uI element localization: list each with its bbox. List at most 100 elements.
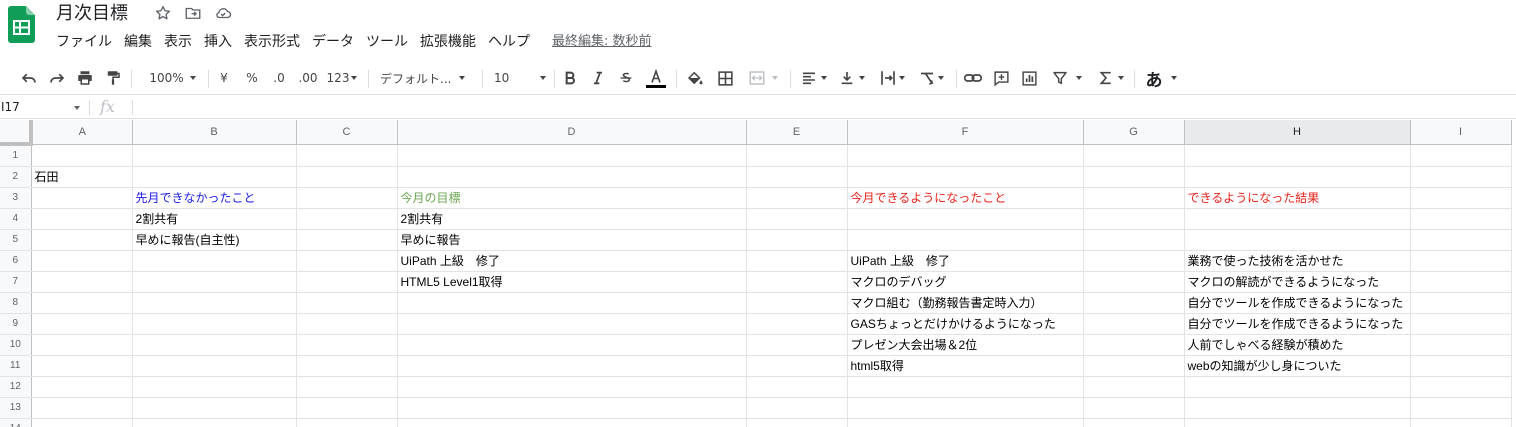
bold-icon[interactable] [560, 61, 580, 95]
cell-g5[interactable] [1083, 229, 1185, 251]
cell-a10[interactable] [31, 334, 133, 356]
row-header[interactable]: 9 [0, 313, 32, 335]
cell-b9[interactable] [132, 313, 297, 335]
cell-a1[interactable] [31, 144, 133, 167]
cell-h9[interactable]: 自分でツールを作成できるようになった [1184, 313, 1411, 335]
row-header[interactable]: 13 [0, 397, 32, 419]
cell-g9[interactable] [1083, 313, 1185, 335]
cell-a6[interactable] [31, 250, 133, 272]
cell-c9[interactable] [296, 313, 398, 335]
cell-i3[interactable] [1410, 187, 1512, 209]
more-formats-select[interactable]: 123 [325, 61, 359, 95]
cell-a14[interactable] [31, 418, 133, 427]
cell-d2[interactable] [397, 166, 747, 188]
cell-a13[interactable] [31, 397, 133, 419]
cell-g3[interactable] [1083, 187, 1185, 209]
cell-c1[interactable] [296, 144, 398, 167]
cell-e1[interactable] [746, 144, 848, 167]
cell-e6[interactable] [746, 250, 848, 272]
cell-f12[interactable] [847, 376, 1084, 398]
row-header[interactable]: 14 [0, 418, 32, 427]
formula-input[interactable] [138, 96, 1516, 119]
cell-d9[interactable] [397, 313, 747, 335]
zoom-select[interactable]: 100% [145, 61, 200, 95]
strikethrough-icon[interactable] [616, 61, 636, 95]
cell-e13[interactable] [746, 397, 848, 419]
row-header[interactable]: 2 [0, 166, 32, 188]
cell-h8[interactable]: 自分でツールを作成できるようになった [1184, 292, 1411, 314]
cell-h7[interactable]: マクロの解読ができるようになった [1184, 271, 1411, 293]
menu-file[interactable]: ファイル [50, 31, 118, 53]
cell-b10[interactable] [132, 334, 297, 356]
name-box[interactable]: I17 [0, 96, 86, 119]
cell-d7[interactable]: HTML5 Level1取得 [397, 271, 747, 293]
cell-h4[interactable] [1184, 208, 1411, 230]
cell-g2[interactable] [1083, 166, 1185, 188]
column-header-g[interactable]: G [1083, 120, 1185, 145]
increase-decimal-button[interactable]: .00 [295, 61, 321, 95]
print-icon[interactable] [74, 61, 96, 95]
undo-icon[interactable] [18, 61, 40, 95]
cell-f2[interactable] [847, 166, 1084, 188]
italic-icon[interactable] [588, 61, 608, 95]
menu-edit[interactable]: 編集 [118, 31, 158, 53]
select-all-corner[interactable] [0, 120, 33, 146]
menu-tools[interactable]: ツール [360, 31, 414, 53]
row-header[interactable]: 5 [0, 229, 32, 251]
cell-h6[interactable]: 業務で使った技術を活かせた [1184, 250, 1411, 272]
text-wrapping-icon[interactable] [874, 61, 910, 95]
cell-f8[interactable]: マクロ組む（勤務報告書定時入力） [847, 292, 1084, 314]
cell-g1[interactable] [1083, 144, 1185, 167]
cell-b2[interactable] [132, 166, 297, 188]
input-tools-select[interactable]: あ [1142, 61, 1180, 95]
cell-b14[interactable] [132, 418, 297, 427]
cell-a5[interactable] [31, 229, 133, 251]
row-header[interactable]: 6 [0, 250, 32, 272]
redo-icon[interactable] [46, 61, 68, 95]
cell-i2[interactable] [1410, 166, 1512, 188]
cell-f6[interactable]: UiPath 上級 修了 [847, 250, 1084, 272]
row-header[interactable]: 3 [0, 187, 32, 209]
cell-i6[interactable] [1410, 250, 1512, 272]
cell-f4[interactable] [847, 208, 1084, 230]
cell-f14[interactable] [847, 418, 1084, 427]
cell-f3[interactable]: 今月できるようになったこと [847, 187, 1084, 209]
cell-a2[interactable]: 石田 [31, 166, 133, 188]
sheets-logo-icon[interactable] [8, 6, 35, 43]
cell-e12[interactable] [746, 376, 848, 398]
cell-i4[interactable] [1410, 208, 1512, 230]
cloud-saved-icon[interactable] [214, 4, 232, 22]
cell-g12[interactable] [1083, 376, 1185, 398]
cell-f1[interactable] [847, 144, 1084, 167]
insert-chart-icon[interactable] [1018, 61, 1040, 95]
cell-a11[interactable] [31, 355, 133, 377]
cell-e11[interactable] [746, 355, 848, 377]
cell-g7[interactable] [1083, 271, 1185, 293]
cell-c11[interactable] [296, 355, 398, 377]
menu-data[interactable]: データ [306, 31, 360, 53]
cell-c3[interactable] [296, 187, 398, 209]
cell-a9[interactable] [31, 313, 133, 335]
cell-c7[interactable] [296, 271, 398, 293]
cell-i13[interactable] [1410, 397, 1512, 419]
menu-insert[interactable]: 挿入 [198, 31, 238, 53]
currency-format-button[interactable]: ¥ [216, 61, 232, 95]
cell-f7[interactable]: マクロのデバッグ [847, 271, 1084, 293]
cell-d3[interactable]: 今月の目標 [397, 187, 747, 209]
cell-h11[interactable]: webの知識が少し身についた [1184, 355, 1411, 377]
cell-e8[interactable] [746, 292, 848, 314]
cell-d10[interactable] [397, 334, 747, 356]
cell-c5[interactable] [296, 229, 398, 251]
row-header[interactable]: 11 [0, 355, 32, 377]
menu-extensions[interactable]: 拡張機能 [414, 31, 482, 53]
merge-cells-icon[interactable] [742, 61, 784, 95]
column-header-a[interactable]: A [31, 120, 133, 145]
cell-g8[interactable] [1083, 292, 1185, 314]
cell-d5[interactable]: 早めに報告 [397, 229, 747, 251]
cell-f11[interactable]: html5取得 [847, 355, 1084, 377]
cell-i9[interactable] [1410, 313, 1512, 335]
cell-g14[interactable] [1083, 418, 1185, 427]
cell-b6[interactable] [132, 250, 297, 272]
cell-d6[interactable]: UiPath 上級 修了 [397, 250, 747, 272]
insert-link-icon[interactable] [962, 61, 984, 95]
